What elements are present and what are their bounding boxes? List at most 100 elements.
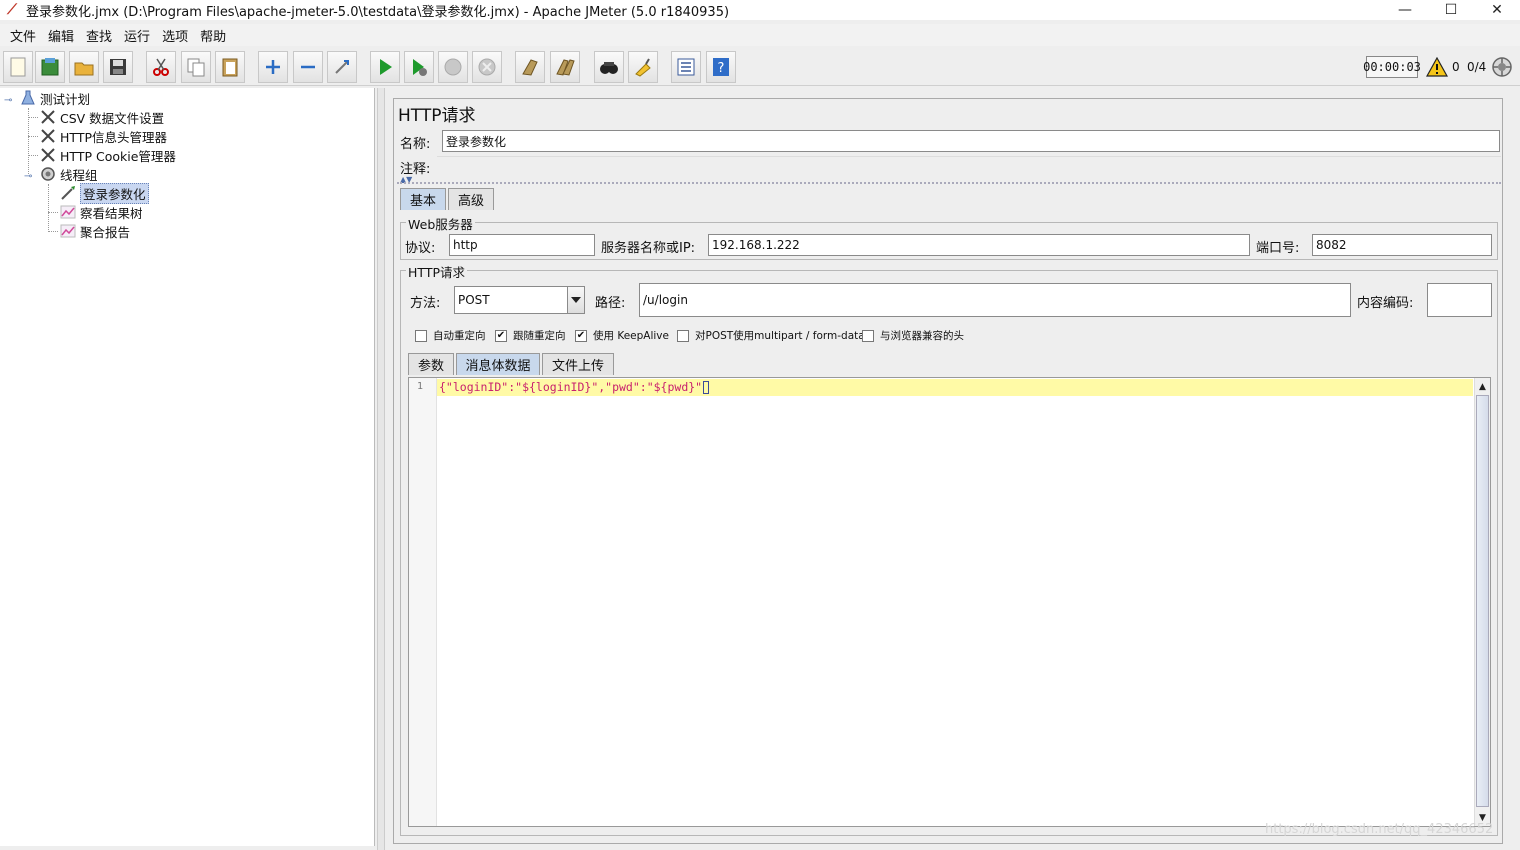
open-button[interactable] — [69, 51, 99, 83]
start-icon — [380, 59, 392, 75]
tab-advanced[interactable]: 高级 — [448, 188, 494, 210]
panel-splitter[interactable] — [377, 88, 385, 850]
function-helper-button[interactable] — [671, 51, 701, 83]
reset-search-button[interactable] — [628, 51, 658, 83]
reset-search-icon — [635, 58, 651, 77]
content-encoding-label: 内容编码: — [1357, 296, 1414, 311]
tree-node-cookie-manager[interactable]: HTTP Cookie管理器 — [40, 146, 176, 164]
tree-expand-toggle-icon[interactable]: ⊸ — [24, 171, 32, 182]
help-button[interactable]: ? — [706, 51, 736, 83]
chevron-down-icon — [571, 297, 581, 303]
tab-parameters[interactable]: 参数 — [408, 353, 454, 375]
content-encoding-input[interactable] — [1427, 283, 1492, 317]
checkbox-box[interactable] — [862, 329, 874, 342]
tree-node-test-plan[interactable]: 测试计划 — [20, 89, 90, 107]
collapse-divider — [397, 182, 1501, 184]
checkbox-box[interactable]: ✔ — [575, 329, 587, 342]
checkbox-label: 对POST使用multipart / form-data — [695, 330, 865, 342]
toolbar: ? — [0, 48, 1520, 86]
toggle-icon — [335, 60, 349, 74]
collapse-all-button[interactable] — [293, 51, 323, 83]
menu-help[interactable]: 帮助 — [194, 26, 232, 45]
multipart-checkbox[interactable]: 对POST使用multipart / form-data — [677, 328, 865, 343]
menu-options[interactable]: 选项 — [156, 26, 194, 45]
protocol-label: 协议: — [405, 241, 436, 256]
protocol-input[interactable] — [449, 234, 595, 256]
paste-button[interactable] — [215, 51, 245, 83]
warning-icon[interactable] — [1426, 57, 1448, 77]
checkbox-box[interactable]: ✔ — [495, 329, 507, 342]
tab-basic[interactable]: 基本 — [400, 188, 446, 210]
text-cursor — [703, 381, 710, 394]
save-icon — [110, 59, 126, 75]
line-number: 1 — [417, 381, 424, 392]
tree-node-aggregate-report[interactable]: 聚合报告 — [60, 222, 130, 240]
server-label: 服务器名称或IP: — [601, 241, 696, 256]
tree-node-thread-group[interactable]: 线程组 — [40, 165, 98, 183]
function-helper-icon — [677, 58, 695, 76]
search-icon — [600, 62, 618, 74]
path-label: 路径: — [595, 296, 626, 311]
search-button[interactable] — [594, 51, 624, 83]
tree-node-header-manager[interactable]: HTTP信息头管理器 — [40, 127, 167, 145]
follow-redirects-checkbox[interactable]: ✔ 跟随重定向 — [495, 328, 566, 343]
line-number-gutter — [409, 378, 437, 826]
close-button[interactable]: ✕ — [1474, 0, 1520, 20]
menu-edit[interactable]: 编辑 — [42, 26, 80, 45]
path-input[interactable] — [639, 283, 1351, 317]
minimize-button[interactable]: — — [1382, 0, 1428, 20]
menu-search[interactable]: 查找 — [80, 26, 118, 45]
redirect-auto-checkbox[interactable]: 自动重定向 — [415, 328, 486, 343]
scroll-up-arrow-icon[interactable]: ▲ — [1475, 379, 1490, 394]
cut-icon — [153, 58, 169, 76]
templates-button[interactable] — [35, 51, 65, 83]
tree-node-view-results-tree[interactable]: 察看结果树 — [60, 203, 143, 221]
port-input[interactable] — [1312, 234, 1492, 256]
shutdown-button[interactable] — [472, 51, 502, 83]
comment-input[interactable] — [437, 156, 1501, 176]
browser-compatible-headers-checkbox[interactable]: 与浏览器兼容的头 — [862, 328, 964, 343]
clear-icon — [522, 59, 538, 76]
body-data-text[interactable]: {"loginID":"${loginID}","pwd":"${pwd}" — [439, 380, 710, 394]
error-count: 0 — [1452, 60, 1460, 74]
method-dropdown-button[interactable] — [567, 286, 585, 314]
shutdown-icon — [478, 58, 496, 76]
keepalive-checkbox[interactable]: ✔ 使用 KeepAlive — [575, 328, 669, 343]
checkbox-box[interactable] — [677, 329, 689, 342]
menu-file[interactable]: 文件 — [4, 26, 42, 45]
name-input[interactable] — [442, 130, 1500, 152]
tree-node-login-sampler[interactable]: 登录参数化 — [60, 182, 149, 204]
test-plan-tree: ⊸ ⊸ 测试计划 CSV 数据文件设置 HTTP信息头管理器 HTTP Cook… — [0, 88, 375, 846]
copy-button[interactable] — [181, 51, 211, 83]
clear-button[interactable] — [515, 51, 545, 83]
editor-vertical-scrollbar[interactable]: ▲ ▼ — [1474, 378, 1490, 826]
toggle-button[interactable] — [327, 51, 357, 83]
menu-run[interactable]: 运行 — [118, 26, 156, 45]
collapse-icon — [301, 65, 315, 69]
checkbox-box[interactable] — [415, 329, 427, 342]
open-icon — [74, 62, 94, 76]
stop-button[interactable] — [438, 51, 468, 83]
checkbox-label: 跟随重定向 — [513, 330, 566, 342]
new-button[interactable] — [3, 51, 33, 83]
method-select[interactable]: POST — [454, 286, 568, 314]
save-button[interactable] — [103, 51, 133, 83]
tab-body-data[interactable]: 消息体数据 — [456, 353, 540, 375]
start-button[interactable] — [370, 51, 400, 83]
scrollbar-thumb[interactable] — [1476, 395, 1489, 807]
tree-node-label: HTTP信息头管理器 — [60, 129, 167, 145]
web-server-group-title: Web服务器 — [406, 214, 475, 233]
elapsed-timer: 00:00:03 — [1363, 56, 1421, 78]
tree-node-csv-config[interactable]: CSV 数据文件设置 — [40, 108, 164, 126]
start-no-pause-icon — [413, 59, 427, 76]
cut-button[interactable] — [146, 51, 176, 83]
server-input[interactable] — [708, 234, 1250, 256]
tree-node-label: CSV 数据文件设置 — [60, 110, 165, 126]
body-data-editor[interactable]: 1 {"loginID":"${loginID}","pwd":"${pwd}"… — [408, 377, 1491, 827]
expand-all-button[interactable] — [258, 51, 288, 83]
start-no-pauses-button[interactable] — [404, 51, 434, 83]
clear-all-button[interactable] — [550, 51, 580, 83]
tab-files-upload[interactable]: 文件上传 — [542, 353, 614, 375]
maximize-button[interactable]: ☐ — [1428, 0, 1474, 20]
tree-expand-toggle-icon[interactable]: ⊸ — [4, 95, 12, 106]
